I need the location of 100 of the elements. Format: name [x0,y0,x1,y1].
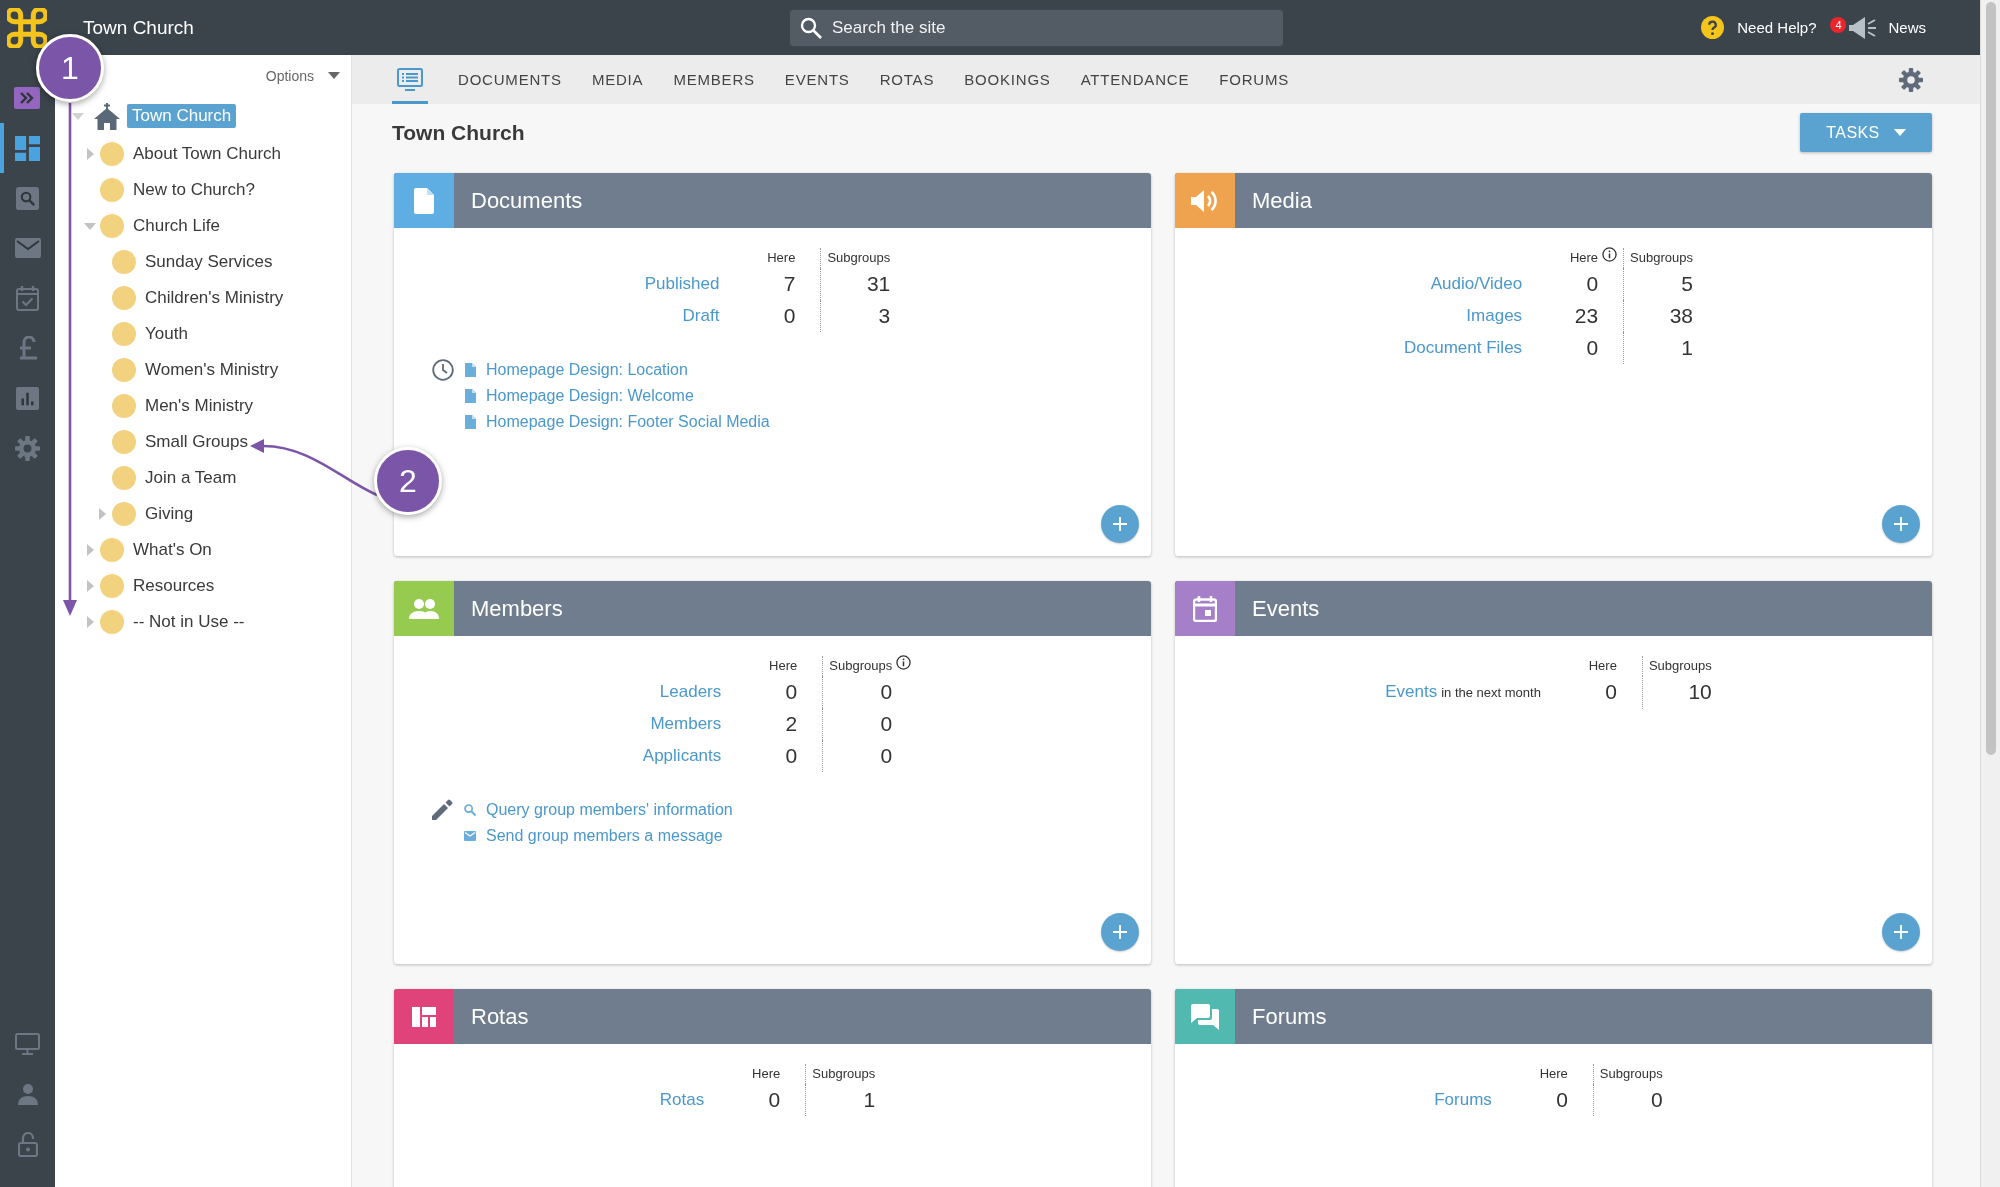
search-icon [16,186,39,210]
plus-icon [1894,517,1908,531]
dot-icon [112,322,136,346]
tree-item[interactable]: Sunday Services [145,250,273,274]
expand-button[interactable] [14,87,40,109]
add-button[interactable] [1882,913,1920,951]
dot-icon [112,502,136,526]
dot-icon [112,250,136,274]
settings-icon[interactable] [1899,67,1923,92]
tree-item[interactable]: What's On [133,538,212,562]
notification-badge: 4 [1830,16,1847,33]
file-icon [465,415,476,429]
tree-item[interactable]: Church Life [133,214,220,238]
caret-right-icon[interactable] [86,544,94,556]
stat-note: in the next month [1441,685,1541,700]
caret-right-icon[interactable] [86,616,94,628]
scrollbar-thumb[interactable] [1985,2,1996,755]
column-header: Here [767,250,796,265]
help-link[interactable]: Need Help? [1701,16,1817,39]
card-title: Forums [1252,1003,1327,1030]
pound-icon [17,336,38,360]
search-icon [800,16,822,39]
help-icon [1701,16,1725,39]
dot-icon [100,538,124,562]
stat-value: 1 [863,1088,876,1111]
dot-icon [100,574,124,598]
column-header: Here [1539,1066,1568,1081]
stat-value: 3 [878,304,891,327]
stat-value: 2 [785,712,798,735]
tree-item[interactable]: Small Groups [145,430,248,454]
info-icon[interactable] [896,655,912,670]
stat-value: 7 [783,272,796,295]
plus-icon [1113,517,1127,531]
tree-item[interactable]: New to Church? [133,178,255,202]
tree-item[interactable]: -- Not in Use -- [133,610,245,634]
stat-value: 5 [1681,272,1693,295]
options-menu[interactable]: Options [265,67,340,84]
add-button[interactable] [1101,505,1139,543]
dot-icon [112,466,136,490]
file-icon [465,363,476,377]
stat-value: 0 [1586,272,1599,295]
monitor-list-icon [397,68,423,91]
dot-icon [100,142,124,166]
dot-icon [112,286,136,310]
search-field[interactable]: Search the site [790,9,1283,46]
stat-value: 0 [1605,680,1617,703]
card-title: Media [1252,187,1312,214]
stat-value: 0 [880,744,893,767]
logo-icon[interactable] [7,7,47,48]
stat-value: 0 [783,304,796,327]
lock-icon [17,1131,38,1157]
caret-down-icon[interactable] [84,222,96,230]
stat-value: 0 [785,680,798,703]
stat-value: 0 [1556,1088,1568,1111]
column-header: Subgroups [1648,658,1712,673]
section-tab[interactable]: ATTENDANCE [1080,55,1190,104]
tree-item[interactable]: Children's Ministry [145,286,284,310]
tree-item[interactable]: Women's Ministry [145,358,279,382]
search-icon [464,804,476,816]
column-header: Here [769,658,798,673]
tree-item[interactable]: Join a Team [145,466,237,490]
caret-right-icon[interactable] [98,508,106,520]
section-tab[interactable]: DOCUMENTS [458,55,562,104]
section-tab[interactable]: ROTAS [879,55,935,104]
add-button[interactable] [1882,505,1920,543]
dot-icon [112,394,136,418]
stat-value: 0 [1586,336,1599,359]
section-tab[interactable]: BOOKINGS [964,55,1051,104]
card-title: Members [471,595,563,622]
card-title: Events [1252,595,1320,622]
stat-value: 0 [880,680,893,703]
caret-right-icon[interactable] [86,580,94,592]
stat-value: 1 [1681,336,1693,359]
caret-down-icon[interactable] [72,112,84,120]
info-icon[interactable] [1602,247,1618,262]
section-tab[interactable]: MEMBERS [673,55,755,104]
stat-value: 38 [1669,304,1693,327]
stat-value: 10 [1688,680,1712,703]
tree-item[interactable]: Giving [145,502,194,526]
section-tab[interactable]: EVENTS [784,55,850,104]
pencil-icon [432,799,453,820]
card-title: Documents [471,187,583,214]
tree-item[interactable]: Youth [145,322,188,346]
stat-value: 23 [1574,304,1599,327]
add-button[interactable] [1101,913,1139,951]
tree-item[interactable]: Resources [133,574,215,598]
section-tab[interactable]: MEDIA [591,55,644,104]
tree-item[interactable]: Men's Ministry [145,394,254,418]
section-tab[interactable]: FORUMS [1219,55,1289,104]
settings-icon [15,435,40,461]
tree-item[interactable]: About Town Church [133,142,282,166]
news-button[interactable]: 4 News [1830,15,1926,40]
plus-icon [1894,925,1908,939]
column-header: Here [1588,658,1617,673]
mail-icon [14,238,41,258]
caret-right-icon[interactable] [86,148,94,160]
dot-icon [100,610,124,634]
column-header: Subgroups [812,1066,876,1081]
dot-icon [112,430,136,454]
file-icon [465,389,476,403]
